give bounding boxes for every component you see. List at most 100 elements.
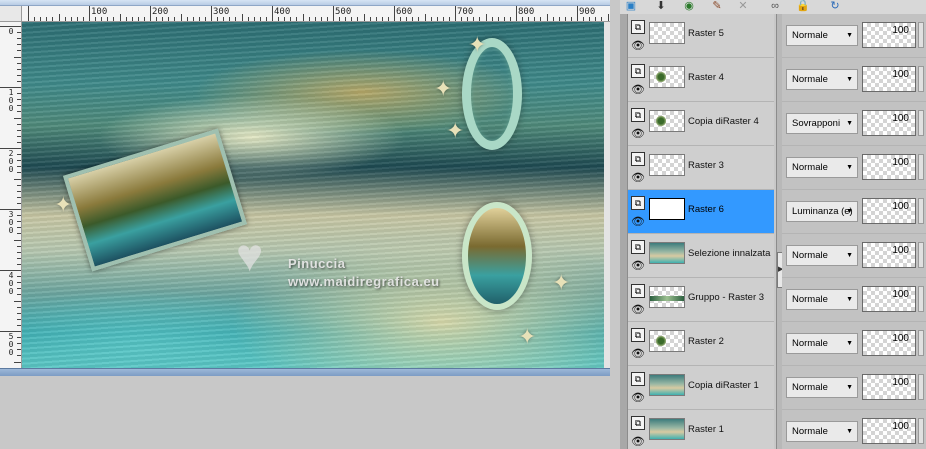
eye-icon[interactable]: 👁 <box>631 436 645 448</box>
opacity-spinner[interactable] <box>918 198 924 224</box>
layer-row[interactable]: ⧉ 👁 Raster 2 <box>628 322 774 366</box>
eye-icon[interactable]: 👁 <box>631 392 645 404</box>
paint-icon[interactable]: ✎ <box>710 0 724 12</box>
layer-thumbnail <box>649 110 685 132</box>
layer-row[interactable]: ⧉ 👁 Copia diRaster 1 <box>628 366 774 410</box>
opacity-field[interactable]: 100 <box>862 286 916 312</box>
layer-mask-toggle-icon[interactable]: ⧉ <box>631 240 645 254</box>
ruler-h-label: 800 <box>518 7 535 17</box>
opacity-field[interactable]: 100 <box>862 330 916 356</box>
image-canvas[interactable]: ✦ ✦ ✦ ✦ ✦ ✦ ♥ Pinuccia www.maidiregrafic… <box>22 22 604 368</box>
eye-icon[interactable]: 👁 <box>631 216 645 228</box>
eye-icon[interactable]: 👁 <box>631 128 645 140</box>
layer-mask-toggle-icon[interactable]: ⧉ <box>631 372 645 386</box>
eye-icon[interactable]: 👁 <box>631 348 645 360</box>
layer-mask-toggle-icon[interactable]: ⧉ <box>631 328 645 342</box>
layer-thumbnail <box>649 22 685 44</box>
ruler-h-label: 500 <box>335 7 352 17</box>
eye-icon[interactable]: 👁 <box>631 40 645 52</box>
refresh-icon[interactable]: ↻ <box>828 0 842 12</box>
layer-name: Raster 6 <box>688 204 724 215</box>
thumb-content <box>656 116 666 126</box>
opacity-field[interactable]: 100 <box>862 154 916 180</box>
opacity-field[interactable]: 100 <box>862 110 916 136</box>
layer-mask-icon[interactable]: ▣ <box>624 0 638 12</box>
layer-mask-toggle-icon[interactable]: ⧉ <box>631 64 645 78</box>
opacity-value: 100 <box>892 201 909 212</box>
lock-icon[interactable]: 🔒 <box>796 0 810 12</box>
delete-icon[interactable]: ✕ <box>736 0 750 12</box>
opacity-field[interactable]: 100 <box>862 22 916 48</box>
dropdown-arrow-icon: ▼ <box>846 296 853 303</box>
opacity-field[interactable]: 100 <box>862 374 916 400</box>
blend-mode-select[interactable]: Normale ▼ <box>786 333 858 354</box>
layer-mask-toggle-icon[interactable]: ⧉ <box>631 108 645 122</box>
blend-mode-value: Normale <box>792 162 828 173</box>
layer-mask-toggle-icon[interactable]: ⧉ <box>631 416 645 430</box>
canvas-vertical-scrollbar[interactable] <box>604 22 610 368</box>
ruler-h-label: 700 <box>457 7 474 17</box>
blend-mode-select[interactable]: Normale ▼ <box>786 421 858 442</box>
layer-row[interactable]: ⧉ 👁 Copia diRaster 4 <box>628 102 774 146</box>
opacity-value: 100 <box>892 157 909 168</box>
blend-mode-select[interactable]: Luminanza (e) ▼ <box>786 201 858 222</box>
opacity-spinner[interactable] <box>918 110 924 136</box>
layer-row[interactable]: ⧉ 👁 Raster 1 <box>628 410 774 449</box>
opacity-spinner[interactable] <box>918 330 924 356</box>
opacity-spinner[interactable] <box>918 374 924 400</box>
blend-mode-value: Normale <box>792 30 828 41</box>
watermark-url: www.maidiregrafica.eu <box>288 274 440 289</box>
layer-mask-toggle-icon[interactable]: ⧉ <box>631 284 645 298</box>
visibility-icon[interactable]: ◉ <box>682 0 696 12</box>
ruler-h-label: 200 <box>152 7 169 17</box>
opacity-field[interactable]: 100 <box>862 242 916 268</box>
ruler-h-label: 100 <box>91 7 108 17</box>
blend-mode-select[interactable]: Normale ▼ <box>786 289 858 310</box>
layer-mask-toggle-icon[interactable]: ⧉ <box>631 20 645 34</box>
layer-name: Raster 2 <box>688 336 724 347</box>
layer-properties-list: Normale ▼ 100 Normale ▼ 100 Sovrapponi ▼ 100 Norm… <box>782 14 926 449</box>
eye-icon[interactable]: 👁 <box>631 304 645 316</box>
layer-row[interactable]: ⧉ 👁 Raster 3 <box>628 146 774 190</box>
opacity-spinner[interactable] <box>918 66 924 92</box>
layer-row[interactable]: ⧉ 👁 Selezione innalzata <box>628 234 774 278</box>
blend-mode-select[interactable]: Normale ▼ <box>786 377 858 398</box>
opacity-field[interactable]: 100 <box>862 66 916 92</box>
layer-properties-row: Normale ▼ 100 <box>782 278 926 322</box>
layer-thumbnail <box>649 198 685 220</box>
opacity-spinner[interactable] <box>918 242 924 268</box>
merge-down-icon[interactable]: ⬇ <box>654 0 668 12</box>
opacity-spinner[interactable] <box>918 286 924 312</box>
opacity-value: 100 <box>892 421 909 432</box>
blend-mode-select[interactable]: Normale ▼ <box>786 245 858 266</box>
layer-mask-toggle-icon[interactable]: ⧉ <box>631 196 645 210</box>
opacity-value: 100 <box>892 333 909 344</box>
layer-thumbnail <box>649 154 685 176</box>
opacity-field[interactable]: 100 <box>862 198 916 224</box>
opacity-value: 100 <box>892 289 909 300</box>
blend-mode-select[interactable]: Sovrapponi ▼ <box>786 113 858 134</box>
horizontal-ruler: 100 200 300 400 500 600 700 800 900 <box>22 6 610 22</box>
layer-properties-row: Normale ▼ 100 <box>782 322 926 366</box>
ruler-v-label: 100 <box>8 88 14 113</box>
opacity-field[interactable]: 100 <box>862 418 916 444</box>
eye-icon[interactable]: 👁 <box>631 260 645 272</box>
ruler-v-label: 400 <box>8 271 14 296</box>
opacity-spinner[interactable] <box>918 22 924 48</box>
layer-row[interactable]: ⧉ 👁 Raster 5 <box>628 14 774 58</box>
eye-icon[interactable]: 👁 <box>631 172 645 184</box>
layer-row[interactable]: ⧉ 👁 Gruppo - Raster 3 <box>628 278 774 322</box>
link-icon[interactable]: ∞ <box>768 0 782 12</box>
layer-properties-row: Normale ▼ 100 <box>782 366 926 410</box>
eye-icon[interactable]: 👁 <box>631 84 645 96</box>
layer-name: Raster 3 <box>688 160 724 171</box>
blend-mode-select[interactable]: Normale ▼ <box>786 25 858 46</box>
layer-row[interactable]: ⧉ 👁 Raster 6 <box>628 190 774 234</box>
opacity-spinner[interactable] <box>918 154 924 180</box>
blend-mode-select[interactable]: Normale ▼ <box>786 157 858 178</box>
blend-mode-select[interactable]: Normale ▼ <box>786 69 858 90</box>
layer-mask-toggle-icon[interactable]: ⧉ <box>631 152 645 166</box>
opacity-spinner[interactable] <box>918 418 924 444</box>
layer-row[interactable]: ⧉ 👁 Raster 4 <box>628 58 774 102</box>
heart-logo-icon: ♥ <box>236 229 264 281</box>
